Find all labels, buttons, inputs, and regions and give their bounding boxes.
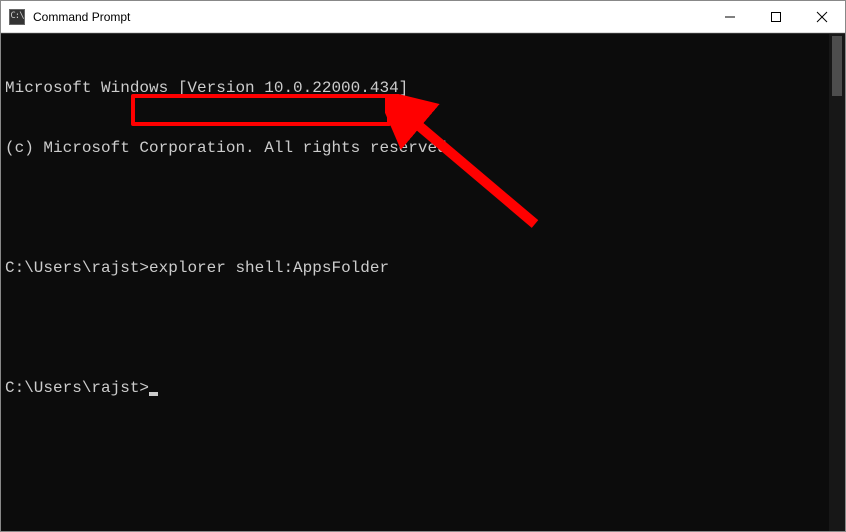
blank-line — [5, 318, 825, 338]
prompt-path: C:\Users\rajst> — [5, 258, 149, 278]
banner-line: Microsoft Windows [Version 10.0.22000.43… — [5, 78, 825, 98]
prompt-line: C:\Users\rajst> — [5, 378, 825, 398]
prompt-line: C:\Users\rajst>explorer shell:AppsFolder — [5, 258, 825, 278]
blank-line — [5, 198, 825, 218]
vertical-scrollbar[interactable] — [829, 34, 845, 531]
banner-line: (c) Microsoft Corporation. All rights re… — [5, 138, 825, 158]
close-button[interactable] — [799, 1, 845, 33]
text-cursor — [149, 392, 158, 396]
maximize-button[interactable] — [753, 1, 799, 33]
minimize-icon — [725, 12, 735, 22]
terminal[interactable]: Microsoft Windows [Version 10.0.22000.43… — [1, 34, 829, 531]
entered-command: explorer shell:AppsFolder — [149, 258, 389, 278]
window-title: Command Prompt — [33, 10, 130, 24]
titlebar[interactable]: C:\ Command Prompt — [1, 1, 845, 33]
close-icon — [816, 11, 828, 23]
annotation-arrow-icon — [385, 94, 565, 244]
prompt-path: C:\Users\rajst> — [5, 378, 149, 398]
scrollbar-thumb[interactable] — [832, 36, 842, 96]
window-controls — [707, 1, 845, 33]
terminal-container: Microsoft Windows [Version 10.0.22000.43… — [1, 33, 845, 531]
cmd-icon: C:\ — [9, 9, 25, 25]
minimize-button[interactable] — [707, 1, 753, 33]
maximize-icon — [771, 12, 781, 22]
annotation-highlight-box — [131, 94, 391, 126]
command-prompt-window: C:\ Command Prompt Microsoft Windows [Ve… — [0, 0, 846, 532]
